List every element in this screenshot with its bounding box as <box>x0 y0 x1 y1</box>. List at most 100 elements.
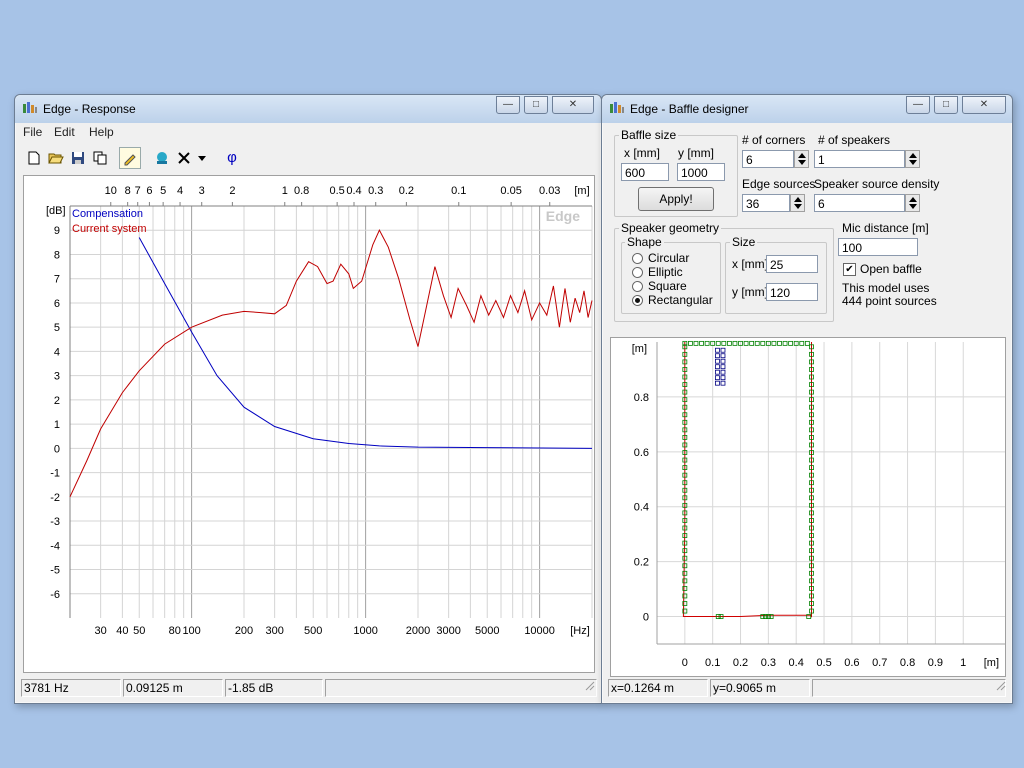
minimize-button[interactable]: ― <box>496 96 520 114</box>
menu-help[interactable]: Help <box>89 125 114 139</box>
x-tick-label: 500 <box>304 625 322 637</box>
x-tick-label: 1 <box>960 657 966 669</box>
phase-icon[interactable]: φ <box>221 147 243 169</box>
x-tick-label: 0.4 <box>789 657 804 669</box>
x-tick-label: 0.9 <box>928 657 943 669</box>
density-input[interactable]: 6 <box>814 194 905 212</box>
size-group: Size x [mm] 25 y [mm] 120 <box>725 235 827 314</box>
size-y-input[interactable]: 120 <box>766 283 818 301</box>
x-tick-label: 0.8 <box>900 657 915 669</box>
baffle-y-label: y [mm] <box>678 146 714 160</box>
mic-distance-input[interactable]: 100 <box>838 238 918 256</box>
close-button[interactable]: ✕ <box>552 96 594 114</box>
menu-file[interactable]: File <box>23 125 42 139</box>
minimize-button[interactable]: ― <box>906 96 930 114</box>
legend-entry: Current system <box>72 223 147 235</box>
menu-bar: File Edit Help <box>21 123 595 141</box>
speakers-label: # of speakers <box>818 133 891 147</box>
apply-button[interactable]: Apply! <box>638 187 714 211</box>
y-tick-label: -3 <box>50 516 60 528</box>
model-info-line1: This model uses <box>842 281 930 295</box>
corners-label: # of corners <box>742 133 806 147</box>
edge-source-point <box>754 340 760 346</box>
edge-source-point <box>804 340 810 346</box>
x-tick-label: 30 <box>95 625 107 637</box>
resize-grip-icon[interactable] <box>994 679 1006 691</box>
speakers-input[interactable]: 1 <box>814 150 905 168</box>
speakers-spinner[interactable] <box>905 150 920 168</box>
open-baffle-checkbox[interactable]: ✔ <box>843 263 856 276</box>
mic-distance-label: Mic distance [m] <box>842 221 929 235</box>
speaker-source-point <box>720 358 726 364</box>
menu-edit[interactable]: Edit <box>54 125 75 139</box>
x-tick-label: 40 <box>116 625 128 637</box>
top-tick-label: 0.05 <box>500 185 521 197</box>
response-title-bar[interactable]: Edge - Response ― □ ✕ <box>15 95 601 123</box>
baffle-plot[interactable]: 0 0.1 0.2 0.3 0.4 0.5 0.6 0.7 0.8 0.9 1 0 0.2 0.4 0.6 0… <box>610 337 1006 677</box>
y-tick-label: -4 <box>50 540 60 552</box>
shape-rectangular-radio[interactable] <box>632 295 643 306</box>
pencil-icon[interactable] <box>119 147 141 169</box>
shape-elliptic-radio[interactable] <box>632 267 643 278</box>
save-icon[interactable] <box>67 147 89 169</box>
shape-square-label: Square <box>648 279 687 293</box>
edge-source-point <box>743 340 749 346</box>
edge-sources-spinner[interactable] <box>790 194 805 212</box>
x-tick-label: 0.5 <box>816 657 831 669</box>
y-tick-label: 0 <box>643 612 649 624</box>
edge-source-point <box>715 340 721 346</box>
corners-input[interactable]: 6 <box>742 150 794 168</box>
legend-entry: Compensation <box>72 208 143 220</box>
speaker-source-point <box>720 347 726 353</box>
close-button[interactable]: ✕ <box>962 96 1006 114</box>
baffle-title-bar[interactable]: Edge - Baffle designer ― □ ✕ <box>602 95 1012 123</box>
x-tick-label: 10000 <box>524 625 555 637</box>
status-frequency: 3781 Hz <box>21 679 121 697</box>
edge-sources-input[interactable]: 36 <box>742 194 790 212</box>
response-plot[interactable]: 9876543210-1-2-3-4-5-6[dB]30 40 50 80 100 200… <box>23 175 595 673</box>
speaker-source-point <box>720 364 726 370</box>
baffle-y-input[interactable]: 1000 <box>677 163 725 181</box>
resize-grip-icon[interactable] <box>583 679 595 691</box>
size-x-label: x [mm] <box>732 257 768 271</box>
speaker-source-point <box>720 369 726 375</box>
x-tick-label: 0.6 <box>844 657 859 669</box>
edge-source-point <box>732 340 738 346</box>
response-window-title: Edge - Response <box>43 102 136 116</box>
y-tick-label: 9 <box>54 225 60 237</box>
delete-icon[interactable] <box>173 147 195 169</box>
top-tick-label: 1 <box>282 185 288 197</box>
dropdown-icon[interactable] <box>195 147 209 169</box>
copy-icon[interactable] <box>89 147 111 169</box>
maximize-button[interactable]: □ <box>934 96 958 114</box>
y-tick-label: 2 <box>54 395 60 407</box>
top-tick-label: 4 <box>177 185 183 197</box>
corners-spinner[interactable] <box>794 150 809 168</box>
status-extra <box>325 679 597 697</box>
x-tick-label: 2000 <box>406 625 430 637</box>
x-axis-label: [Hz] <box>570 625 590 637</box>
open-folder-icon[interactable] <box>45 147 67 169</box>
y-tick-label: 0 <box>54 443 60 455</box>
maximize-button[interactable]: □ <box>524 96 548 114</box>
speaker-geometry-label: Speaker geometry <box>619 221 722 235</box>
top-axis-label: [m] <box>574 185 589 197</box>
edge-source-point <box>699 340 704 346</box>
edge-source-point <box>721 340 727 346</box>
series-line-current-system <box>69 229 593 498</box>
baffle-x-input[interactable]: 600 <box>621 163 669 181</box>
response-window: Edge - Response ― □ ✕ File Edit Help φ 9… <box>14 94 602 704</box>
shape-square-radio[interactable] <box>632 281 643 292</box>
shape-label: Shape <box>625 235 664 249</box>
new-file-icon[interactable] <box>23 147 45 169</box>
density-spinner[interactable] <box>905 194 920 212</box>
speaker-icon[interactable] <box>151 147 173 169</box>
shape-circular-radio[interactable] <box>632 253 643 264</box>
speaker-source-point <box>715 380 720 386</box>
baffle-status-bar: x=0.1264 m y=0.9065 m <box>608 679 1006 697</box>
y-unit-label: [m] <box>632 343 647 355</box>
size-x-input[interactable]: 25 <box>766 255 818 273</box>
baffle-window-title: Edge - Baffle designer <box>630 102 749 116</box>
y-tick-label: 5 <box>54 322 60 334</box>
x-tick-label: 300 <box>265 625 283 637</box>
